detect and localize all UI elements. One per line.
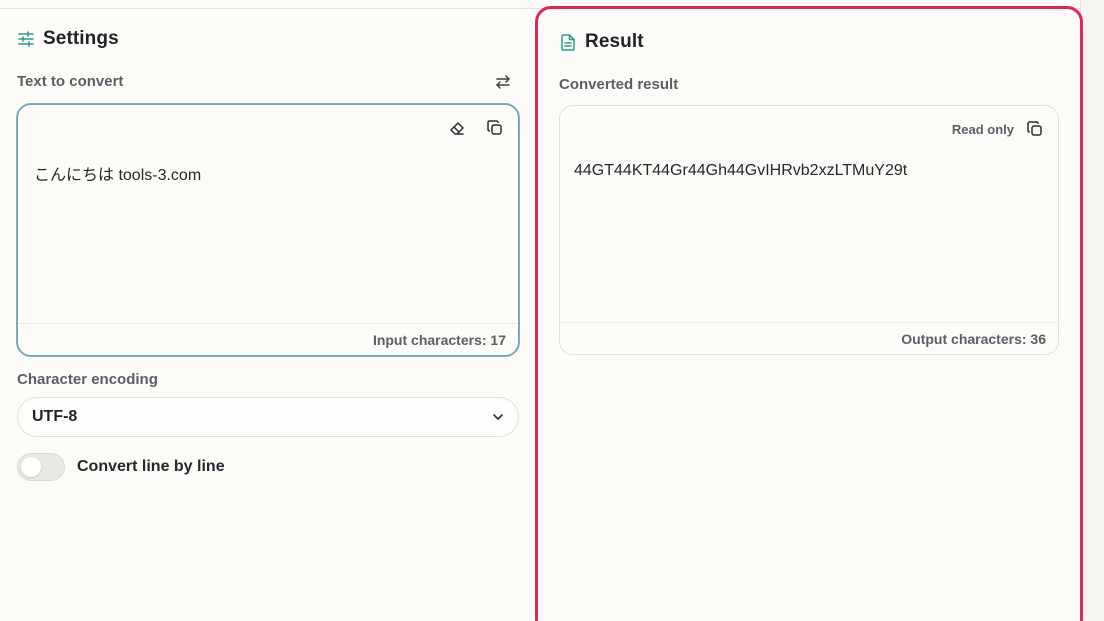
input-tools <box>448 119 504 137</box>
input-text[interactable]: こんにちは tools-3.com <box>34 161 201 185</box>
line-by-line-row: Convert line by line <box>17 453 225 481</box>
output-label: Converted result <box>559 76 679 93</box>
copy-icon[interactable] <box>486 119 504 137</box>
output-textarea[interactable]: Read only 44GT44KT44Gr44Gh44GvIHRvb2xzLT… <box>559 105 1059 355</box>
result-panel: Result Converted result Read only 44GT44… <box>535 6 1083 621</box>
settings-header: Settings <box>17 28 119 50</box>
right-scroll-strip <box>1080 0 1104 621</box>
eraser-icon[interactable] <box>448 119 466 137</box>
line-by-line-label: Convert line by line <box>77 458 225 475</box>
input-textarea[interactable]: こんにちは tools-3.com Input characters: 17 <box>17 104 519 356</box>
result-inner: Result Converted result Read only 44GT44… <box>559 9 1061 621</box>
encoding-value: UTF-8 <box>32 408 78 425</box>
sliders-icon <box>17 30 35 48</box>
copy-icon[interactable] <box>1026 120 1044 138</box>
encoding-select[interactable]: UTF-8 <box>17 397 519 437</box>
line-by-line-toggle[interactable] <box>17 453 65 481</box>
output-count: Output characters: 36 <box>560 322 1058 354</box>
document-icon <box>559 33 577 51</box>
settings-title: Settings <box>43 28 119 49</box>
toggle-knob <box>21 457 41 477</box>
settings-panel: Settings Text to convert こんにちは tools-3.c… <box>17 0 519 621</box>
encoding-label: Character encoding <box>17 371 158 388</box>
output-text[interactable]: 44GT44KT44Gr44Gh44GvIHRvb2xzLTMuY29t <box>574 162 907 180</box>
chevron-down-icon <box>492 408 504 426</box>
read-only-label: Read only <box>951 121 1014 137</box>
swap-arrows-icon[interactable] <box>493 72 513 92</box>
result-title: Result <box>585 31 644 52</box>
input-count: Input characters: 17 <box>18 323 518 355</box>
output-tools: Read only <box>952 120 1044 138</box>
result-header: Result <box>559 31 644 53</box>
input-label: Text to convert <box>17 73 124 90</box>
